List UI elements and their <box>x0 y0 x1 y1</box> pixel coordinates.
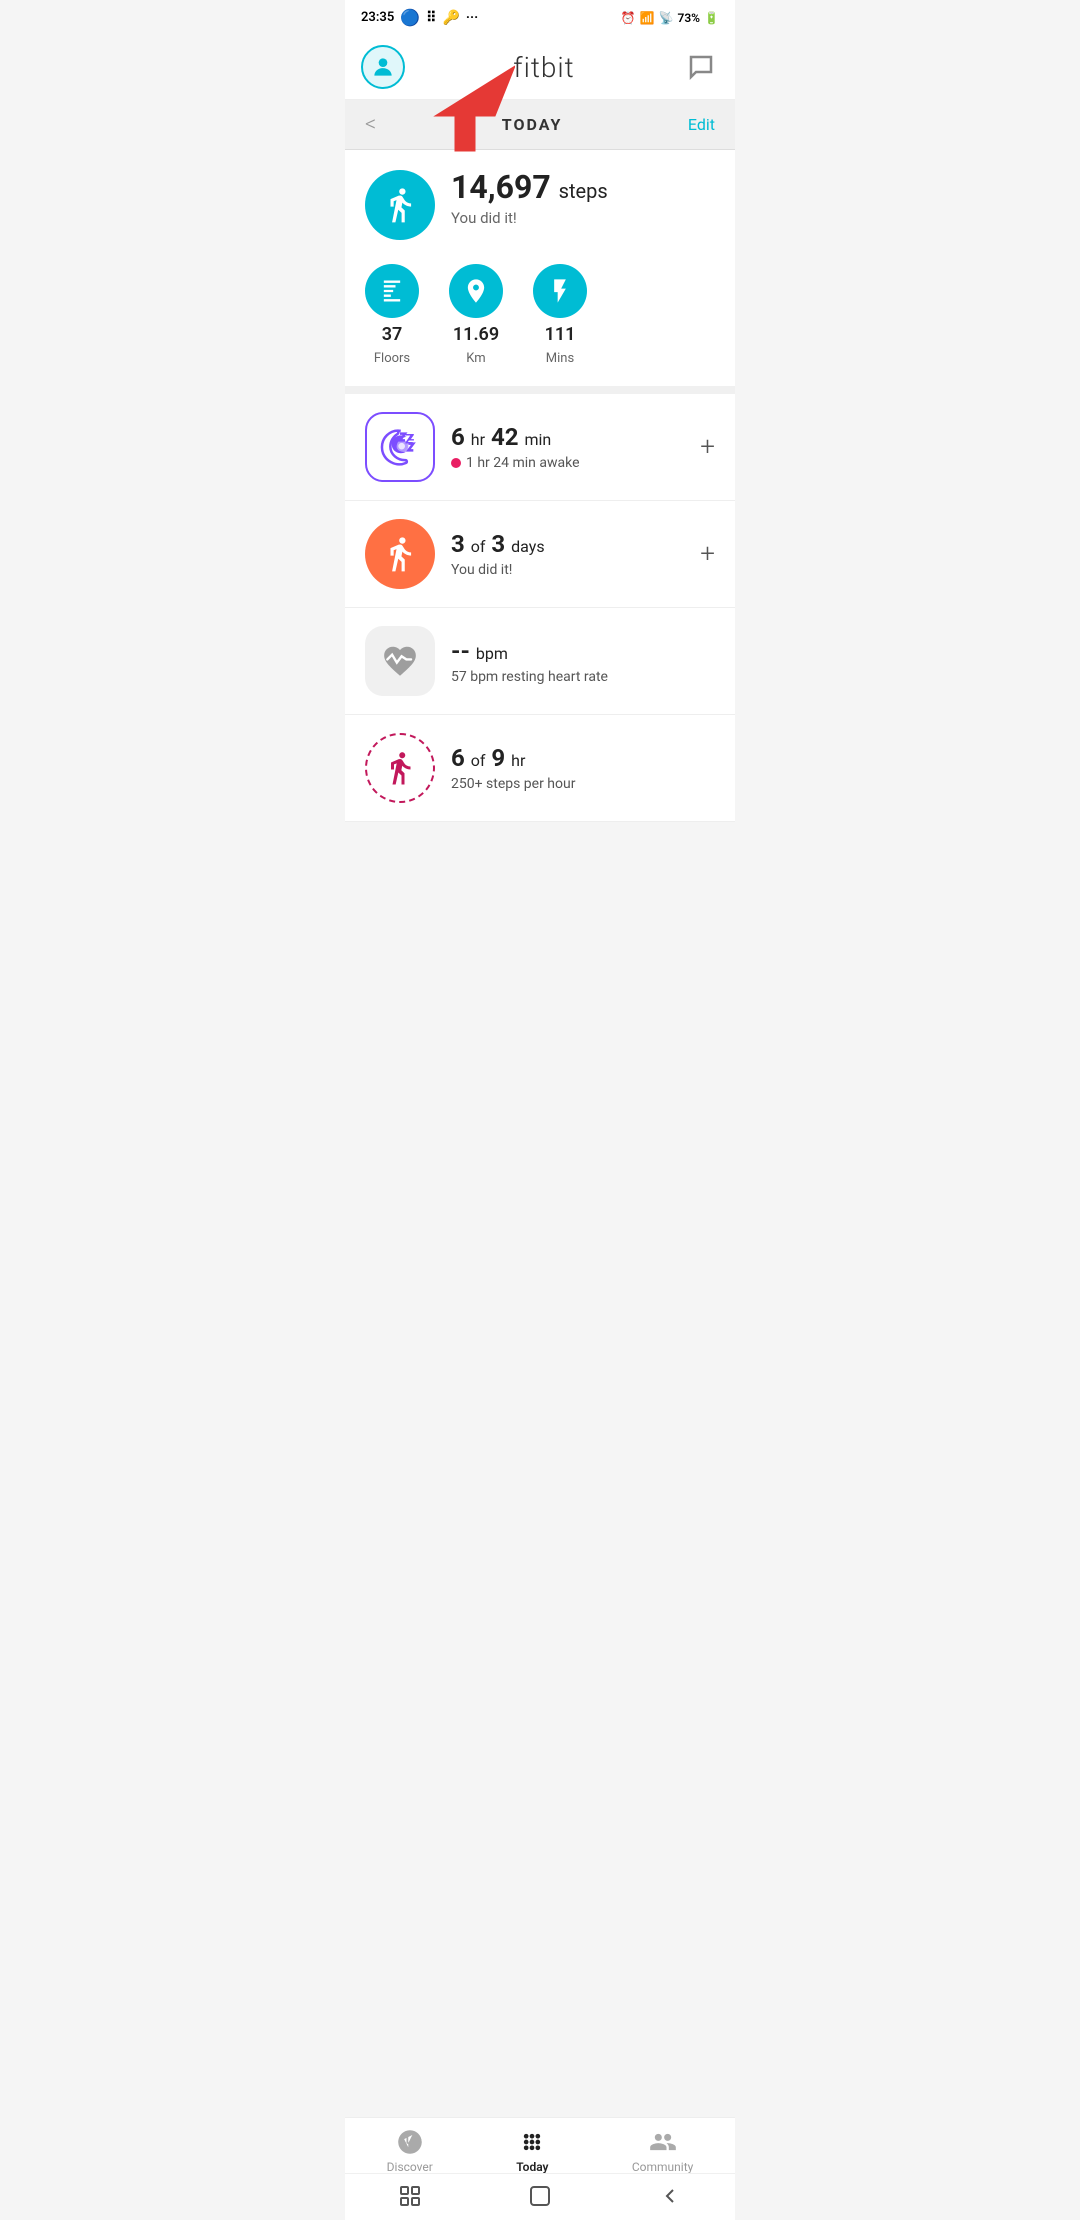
discover-icon <box>396 2128 424 2156</box>
distance-stat[interactable]: 11.69 Km <box>449 264 503 366</box>
community-label: Community <box>632 2160 693 2174</box>
heart-rate-icon <box>365 626 435 696</box>
app-title: fitbit <box>513 51 574 84</box>
floors-stat[interactable]: 37 Floors <box>365 264 419 366</box>
svg-text:z: z <box>408 429 414 443</box>
active-mins-label: Mins <box>546 351 574 366</box>
active-hours-info: 6 of 9 hr 250+ steps per hour <box>451 744 715 792</box>
notification-button[interactable] <box>683 49 719 85</box>
activity-add-button[interactable]: + <box>700 539 715 569</box>
today-label: Today <box>516 2160 548 2174</box>
distance-icon <box>449 264 503 318</box>
active-hours-value: 6 of 9 hr <box>451 744 715 773</box>
activity-icon <box>365 519 435 589</box>
floors-icon <box>365 264 419 318</box>
grid-icon: ⠿ <box>426 10 436 26</box>
nav-community[interactable]: Community <box>632 2128 693 2174</box>
stats-row: 37 Floors 11.69 Km 111 Mins <box>345 256 735 394</box>
bottom-nav: Discover Today Community <box>345 2117 735 2180</box>
home-button[interactable] <box>522 2182 558 2210</box>
date-label: TODAY <box>502 115 563 134</box>
activity-info: 3 of 3 days You did it! <box>451 530 684 578</box>
key-icon: 🔑 <box>442 10 459 26</box>
discover-label: Discover <box>387 2160 433 2174</box>
activity-days: 3 of 3 days <box>451 530 684 559</box>
back-button[interactable]: < <box>365 112 376 137</box>
back-system-button[interactable] <box>652 2182 688 2210</box>
distance-value: 11.69 <box>453 324 499 345</box>
system-nav-bar <box>345 2173 735 2220</box>
steps-icon <box>365 170 435 240</box>
sleep-add-button[interactable]: + <box>700 432 715 462</box>
more-icon: ··· <box>466 10 478 26</box>
nav-today[interactable]: Today <box>516 2128 548 2174</box>
status-time: 23:35 <box>361 10 394 25</box>
active-mins-icon <box>533 264 587 318</box>
sleep-icon: Z z <box>365 412 435 482</box>
activity-row[interactable]: 3 of 3 days You did it! + <box>345 501 735 608</box>
sleep-duration: 6 hr 42 min <box>451 423 684 452</box>
status-bar: 23:35 🔵 ⠿ 🔑 ··· ⏰ 📶 📡 73% 🔋 <box>345 0 735 35</box>
distance-label: Km <box>466 351 485 366</box>
status-time-area: 23:35 🔵 ⠿ 🔑 ··· <box>361 8 478 27</box>
activity-subtitle: You did it! <box>451 562 684 578</box>
steps-subtitle: You did it! <box>451 209 608 227</box>
sleep-info: 6 hr 42 min 1 hr 24 min awake <box>451 423 684 471</box>
signal-icon: 📡 <box>659 11 674 25</box>
sleep-awake: 1 hr 24 min awake <box>451 455 684 471</box>
nav-discover[interactable]: Discover <box>387 2128 433 2174</box>
date-nav-bar: < TODAY Edit <box>345 100 735 150</box>
recent-apps-button[interactable] <box>392 2182 428 2210</box>
heart-rate-info: -- bpm 57 bpm resting heart rate <box>451 637 715 685</box>
user-avatar[interactable] <box>361 45 405 89</box>
heart-rate-value: -- bpm <box>451 637 715 666</box>
active-hours-subtitle: 250+ steps per hour <box>451 776 715 792</box>
fitbit-device-icon: 🔵 <box>400 8 420 27</box>
floors-value: 37 <box>382 324 403 345</box>
heart-rate-row[interactable]: -- bpm 57 bpm resting heart rate <box>345 608 735 715</box>
alarm-icon: ⏰ <box>621 11 636 25</box>
floors-label: Floors <box>374 351 410 366</box>
today-icon <box>518 2128 546 2156</box>
sleep-row[interactable]: Z z 6 hr 42 min 1 hr 24 min awake + <box>345 394 735 501</box>
steps-section[interactable]: 14,697 steps You did it! <box>345 150 735 256</box>
active-hours-icon <box>365 733 435 803</box>
steps-info: 14,697 steps You did it! <box>451 170 608 227</box>
status-indicators: ⏰ 📶 📡 73% 🔋 <box>621 11 719 25</box>
wifi-icon: 📶 <box>640 11 655 25</box>
steps-value: 14,697 steps <box>451 170 608 205</box>
app-header: fitbit <box>345 35 735 100</box>
active-mins-value: 111 <box>545 324 576 345</box>
edit-button[interactable]: Edit <box>688 115 715 134</box>
community-icon <box>649 2128 677 2156</box>
heart-rate-resting: 57 bpm resting heart rate <box>451 669 715 685</box>
active-mins-stat[interactable]: 111 Mins <box>533 264 587 366</box>
awake-dot <box>451 458 461 468</box>
active-hours-row[interactable]: 6 of 9 hr 250+ steps per hour <box>345 715 735 822</box>
battery-percent: 73% <box>677 11 700 25</box>
battery-icon: 🔋 <box>704 11 719 25</box>
